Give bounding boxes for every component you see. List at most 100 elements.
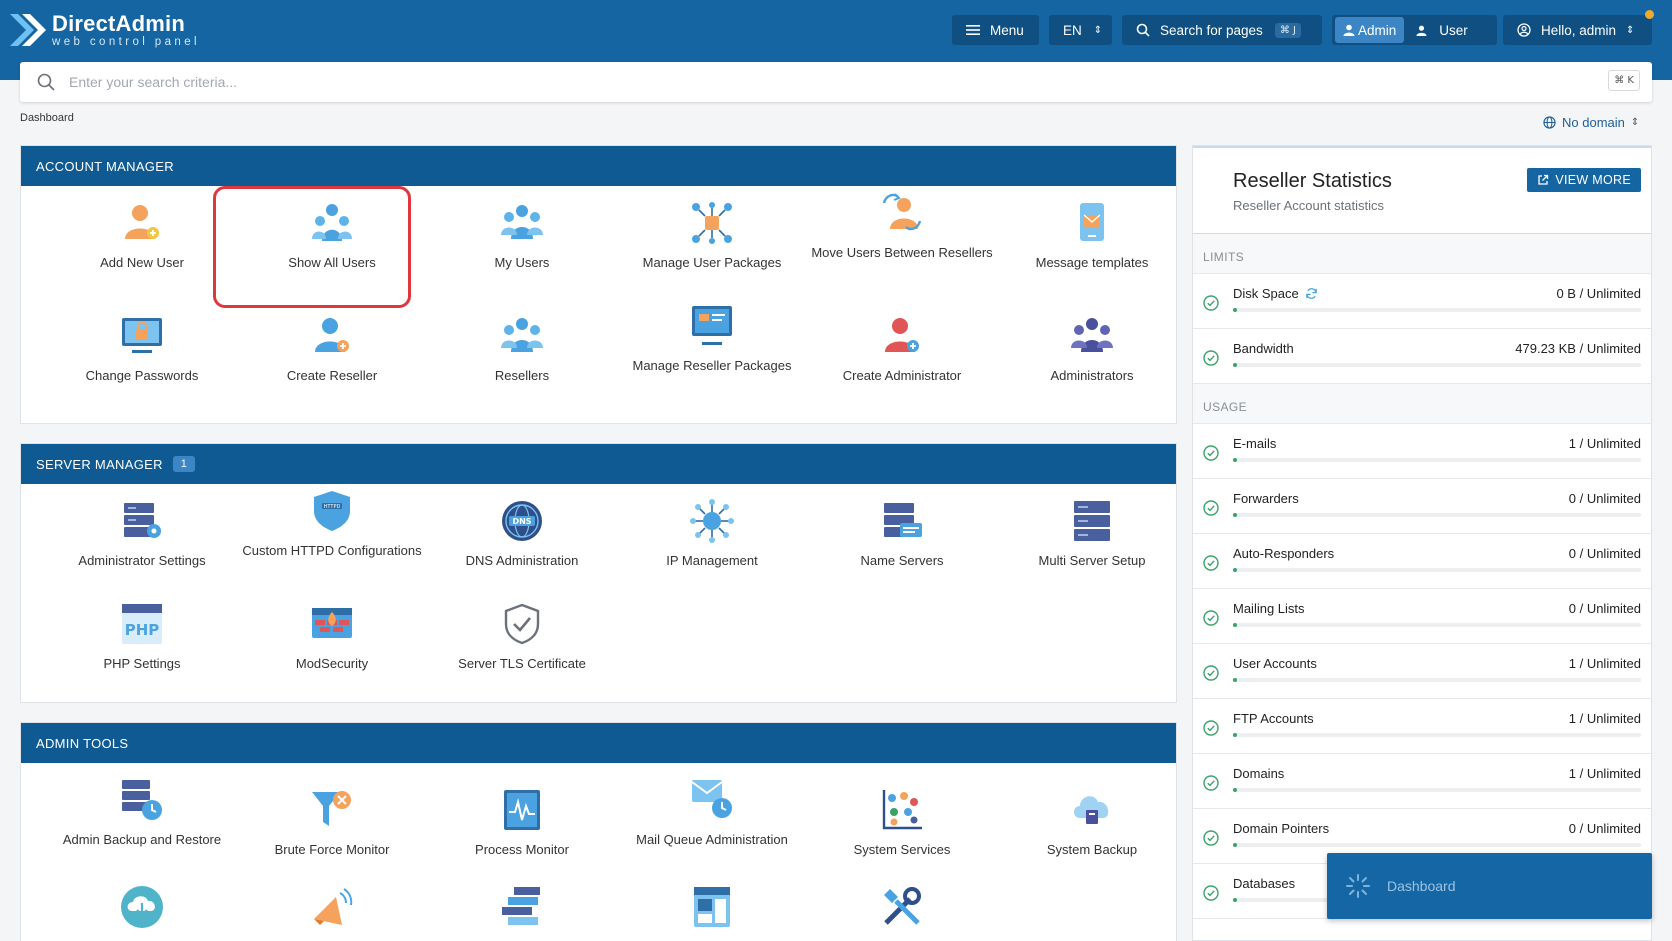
logo-title: DirectAdmin: [52, 11, 185, 36]
directadmin-logo-icon: [10, 14, 46, 46]
progress-bar: [1233, 733, 1641, 737]
tile-move-users-between-resellers[interactable]: Move Users Between Resellers: [807, 191, 997, 263]
users-group-icon: [501, 318, 543, 352]
lock-monitor-icon: [122, 318, 162, 353]
stats-subtitle: Reseller Account statistics: [1233, 198, 1385, 213]
search-pages-button[interactable]: Search for pages ⌘ J: [1122, 15, 1322, 45]
menu-label: Menu: [990, 22, 1024, 38]
check-circle-icon: [1203, 885, 1219, 901]
progress-fill: [1233, 843, 1237, 847]
tile-label: ModSecurity: [295, 656, 369, 671]
server-stack-icon: [1074, 501, 1110, 541]
stat-value: 479.23 KB / Unlimited: [1515, 341, 1641, 356]
tile-resellers[interactable]: Resellers: [427, 314, 617, 386]
tile-label: Create Administrator: [842, 368, 962, 383]
tile-dns-administration[interactable]: DNS DNS Administration: [427, 499, 617, 571]
file-stack-icon[interactable]: [500, 885, 544, 929]
httpd-shield-icon: HTTPD: [314, 491, 350, 531]
logo[interactable]: DirectAdmin web control panel: [10, 10, 200, 50]
cloud-download-icon[interactable]: [120, 885, 164, 929]
stat-value: 0 / Unlimited: [1568, 491, 1641, 506]
check-circle-icon: [1203, 720, 1219, 736]
server-manager-panel: SERVER MANAGER 1 Administrator Settings …: [20, 443, 1177, 703]
tile-custom-httpd-configurations[interactable]: HTTPD Custom HTTPD Configurations: [237, 489, 427, 561]
tile-modsecurity[interactable]: ModSecurity: [237, 602, 427, 674]
tile-administrators[interactable]: Administrators: [997, 314, 1187, 386]
search-icon: [1136, 23, 1150, 37]
tile-process-monitor[interactable]: Process Monitor: [427, 788, 617, 860]
tile-label: Server TLS Certificate: [458, 656, 586, 671]
tls-shield-icon: [504, 603, 540, 645]
user-circle-icon: [1517, 23, 1531, 37]
tile-administrator-settings[interactable]: Administrator Settings: [47, 499, 237, 571]
tile-system-backup[interactable]: System Backup: [997, 788, 1187, 860]
role-admin-button[interactable]: Admin: [1335, 17, 1405, 43]
tile-php-settings[interactable]: PHP PHP Settings: [47, 602, 237, 674]
progress-fill: [1233, 363, 1237, 367]
tile-name-servers[interactable]: Name Servers: [807, 499, 997, 571]
stat-row: Auto-Responders 0 / Unlimited: [1193, 534, 1651, 589]
tile-label: Add New User: [100, 255, 184, 270]
tile-create-reseller[interactable]: Create Reseller: [237, 314, 427, 386]
tile-add-new-user[interactable]: Add New User: [47, 201, 237, 273]
refresh-icon[interactable]: [1305, 287, 1318, 300]
view-more-button[interactable]: VIEW MORE: [1527, 168, 1641, 192]
stat-value: 1 / Unlimited: [1568, 436, 1641, 451]
tile-manage-reseller-packages[interactable]: Manage Reseller Packages: [617, 304, 807, 376]
stat-row: FTP Accounts 1 / Unlimited: [1193, 699, 1651, 754]
tile-label: Name Servers: [860, 553, 944, 568]
firewall-icon: [312, 608, 352, 638]
domain-selector[interactable]: No domain ⇕: [1543, 115, 1639, 130]
check-circle-icon: [1203, 610, 1219, 626]
account-menu-button[interactable]: Hello, admin ⇕: [1503, 15, 1652, 45]
tile-ip-management[interactable]: IP Management: [617, 499, 807, 571]
tile-brute-force-monitor[interactable]: Brute Force Monitor: [237, 788, 427, 860]
progress-bar: [1233, 678, 1641, 682]
sort-chevron-icon: ⇕: [1630, 117, 1640, 128]
tile-label: Change Passwords: [85, 368, 199, 383]
breadcrumb[interactable]: Dashboard: [20, 112, 74, 124]
message-template-icon: [1080, 203, 1104, 241]
tile-label: Process Monitor: [475, 842, 569, 857]
tile-label: Multi Server Setup: [1038, 553, 1146, 568]
stat-row-bandwidth: Bandwidth 479.23 KB / Unlimited: [1193, 329, 1651, 384]
search-pages-label: Search for pages: [1160, 22, 1263, 38]
stat-name: User Accounts: [1233, 656, 1317, 671]
tile-mail-queue-administration[interactable]: Mail Queue Administration: [617, 778, 807, 850]
user-icon: [1416, 25, 1427, 36]
language-select[interactable]: EN ⇕: [1049, 15, 1112, 45]
megaphone-icon[interactable]: [310, 885, 354, 929]
search-input[interactable]: [69, 74, 1519, 90]
tile-manage-user-packages[interactable]: Manage User Packages: [617, 201, 807, 273]
add-admin-icon: [885, 318, 919, 352]
stat-name: Disk Space: [1233, 286, 1299, 301]
users-group-icon: [501, 205, 543, 239]
stat-name: Auto-Responders: [1233, 546, 1335, 561]
logo-subtitle: web control panel: [52, 36, 200, 48]
tile-label: Manage User Packages: [642, 255, 782, 270]
tile-admin-backup-and-restore[interactable]: Admin Backup and Restore: [47, 778, 237, 850]
role-user-button[interactable]: User: [1408, 17, 1476, 43]
progress-bar: [1233, 458, 1641, 462]
progress-bar: [1233, 513, 1641, 517]
usage-section-label: USAGE: [1193, 384, 1651, 424]
progress-fill: [1233, 678, 1237, 682]
tile-label: Manage Reseller Packages: [632, 358, 792, 373]
language-label: EN: [1063, 22, 1082, 38]
tools-icon[interactable]: [880, 885, 924, 929]
tile-server-tls-certificate[interactable]: Server TLS Certificate: [427, 602, 617, 674]
tile-system-services[interactable]: System Services: [807, 788, 997, 860]
menu-button[interactable]: Menu: [952, 15, 1039, 45]
external-link-icon: [1538, 174, 1549, 185]
stat-value: 1 / Unlimited: [1568, 656, 1641, 671]
package-monitor-icon: [692, 306, 732, 345]
stat-name: Domains: [1233, 766, 1285, 781]
tile-my-users[interactable]: My Users: [427, 201, 617, 273]
tile-multi-server-setup[interactable]: Multi Server Setup: [997, 499, 1187, 571]
tile-change-passwords[interactable]: Change Passwords: [47, 314, 237, 386]
layout-icon[interactable]: [690, 885, 734, 929]
tile-message-templates[interactable]: Message templates: [997, 201, 1187, 273]
tile-label: PHP Settings: [103, 656, 181, 671]
tile-create-administrator[interactable]: Create Administrator: [807, 314, 997, 386]
check-circle-icon: [1203, 445, 1219, 461]
